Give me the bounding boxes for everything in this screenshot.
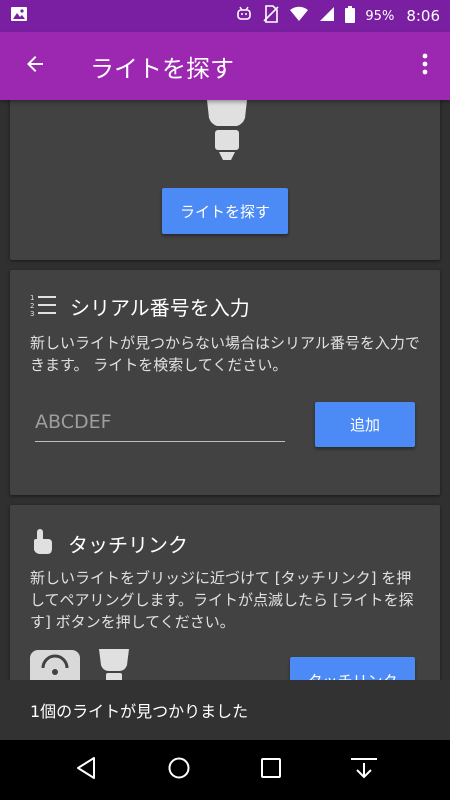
- touchlink-button[interactable]: タッチリンク: [290, 657, 415, 680]
- nav-home-button[interactable]: [154, 745, 204, 795]
- touchlink-card-description: 新しいライトをブリッジに近づけて [タッチリンク] を押してペアリングします。ラ…: [30, 569, 414, 631]
- touchlink-card: タッチリンク 新しいライトをブリッジに近づけて [タッチリンク] を押してペアリ…: [10, 505, 440, 680]
- android-icon: [235, 5, 253, 27]
- add-button[interactable]: 追加: [315, 402, 415, 447]
- snackbar-message: 1個のライトが見つかりました: [30, 702, 249, 721]
- touchlink-card-title: タッチリンク: [68, 532, 188, 557]
- wifi-icon: [289, 6, 309, 26]
- numbered-list-icon: 123: [30, 293, 56, 321]
- app-bar: ライトを探す: [0, 32, 450, 100]
- home-circle-icon: [167, 756, 191, 784]
- serial-number-card: 123 シリアル番号を入力 新しいライトが見つからない場合はシリアル番号を入力で…: [10, 270, 440, 495]
- no-sim-icon: [263, 5, 279, 27]
- bridge-illustration-icon: [30, 650, 80, 680]
- status-bar: 95% 8:06: [0, 0, 450, 32]
- arrow-back-icon: [23, 52, 47, 80]
- svg-text:3: 3: [30, 310, 34, 317]
- serial-card-title: シリアル番号を入力: [70, 296, 250, 320]
- snackbar: 1個のライトが見つかりました: [0, 680, 450, 740]
- battery-percent: 95%: [365, 8, 395, 24]
- image-icon: [10, 5, 28, 27]
- overflow-menu-button[interactable]: [400, 32, 450, 100]
- signal-icon: [319, 6, 335, 26]
- bulb-small-icon: [95, 649, 133, 680]
- nav-back-button[interactable]: [61, 745, 111, 795]
- bulb-illustration-icon: [205, 100, 249, 169]
- nav-download-button[interactable]: [339, 745, 389, 795]
- more-vert-icon: [422, 53, 428, 79]
- back-triangle-icon: [75, 756, 97, 784]
- touch-icon: [30, 527, 54, 559]
- recents-square-icon: [260, 757, 282, 783]
- svg-text:1: 1: [30, 294, 34, 302]
- serial-number-input[interactable]: [35, 402, 285, 442]
- clock: 8:06: [406, 7, 440, 25]
- system-nav-bar: [0, 740, 450, 800]
- find-lights-card: ライトを探す: [10, 100, 440, 260]
- nav-recents-button[interactable]: [246, 745, 296, 795]
- svg-text:2: 2: [30, 302, 34, 310]
- battery-icon: [345, 5, 356, 27]
- serial-card-description: 新しいライトが見つからない場合はシリアル番号を入力できます。 ライトを検索してく…: [30, 334, 420, 374]
- page-title: ライトを探す: [90, 54, 234, 83]
- back-button[interactable]: [0, 32, 70, 100]
- find-lights-button[interactable]: ライトを探す: [162, 188, 288, 234]
- download-icon: [349, 756, 379, 784]
- content-scroll[interactable]: ライトを探す 123 シリアル番号を入力 新しいライトが見つからない場合はシリア…: [0, 100, 450, 680]
